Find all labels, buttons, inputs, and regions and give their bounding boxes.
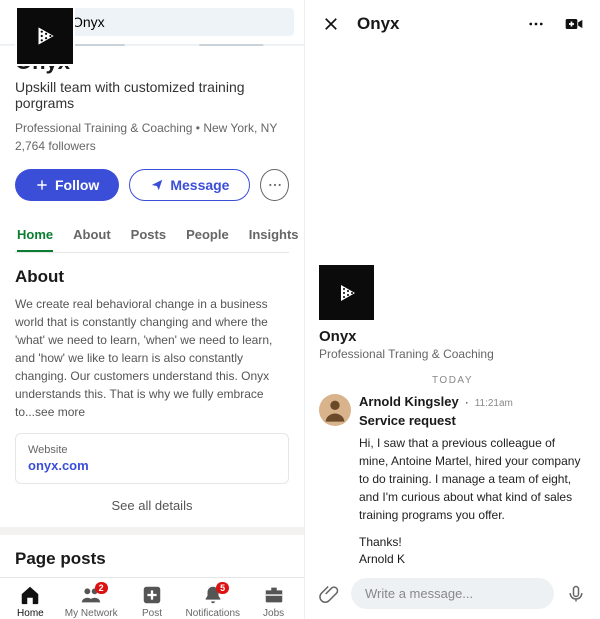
chat-more-button[interactable] bbox=[524, 12, 548, 36]
plus-icon bbox=[35, 178, 49, 192]
about-body: We create real behavioral change in a bu… bbox=[15, 295, 289, 421]
mic-icon bbox=[566, 584, 586, 604]
profile-panel: Onyx Upskill team with customized traini… bbox=[0, 0, 305, 619]
message-author[interactable]: Arnold Kingsley bbox=[359, 394, 459, 409]
send-icon bbox=[150, 178, 164, 192]
tab-bar: Home About Posts People Insights bbox=[15, 219, 289, 253]
chat-company-logo[interactable] bbox=[319, 265, 374, 320]
message-signature: Thanks!Arnold K bbox=[359, 534, 586, 568]
notifications-badge: 5 bbox=[216, 582, 229, 594]
see-all-details[interactable]: See all details bbox=[0, 484, 304, 535]
follow-button[interactable]: Follow bbox=[15, 169, 119, 201]
company-tagline: Upskill team with customized training po… bbox=[15, 79, 289, 111]
message-time: 11:21am bbox=[475, 398, 513, 409]
chat-panel: Onyx Onyx Professional Traning & Coachin… bbox=[305, 0, 600, 619]
briefcase-icon bbox=[263, 584, 285, 606]
close-button[interactable] bbox=[319, 12, 343, 36]
chat-company-name: Onyx bbox=[319, 328, 586, 345]
website-card: Website onyx.com bbox=[15, 433, 289, 484]
website-link[interactable]: onyx.com bbox=[28, 458, 276, 473]
tab-about[interactable]: About bbox=[73, 219, 111, 252]
search-input[interactable] bbox=[72, 14, 286, 30]
see-more-link[interactable]: ...see more bbox=[25, 405, 85, 419]
post-icon bbox=[141, 584, 163, 606]
more-button[interactable] bbox=[260, 169, 289, 201]
video-icon bbox=[564, 14, 584, 34]
tab-insights[interactable]: Insights bbox=[249, 219, 299, 252]
network-badge: 2 bbox=[95, 582, 108, 594]
message-button[interactable]: Message bbox=[129, 169, 250, 201]
nav-post[interactable]: Post bbox=[122, 584, 183, 619]
company-meta: Professional Training & Coaching • New Y… bbox=[15, 119, 289, 155]
paperclip-icon bbox=[319, 584, 339, 604]
chat-title: Onyx bbox=[357, 14, 510, 34]
close-icon bbox=[322, 15, 340, 33]
nav-notifications[interactable]: 5 Notifications bbox=[182, 584, 243, 619]
tab-home[interactable]: Home bbox=[17, 219, 53, 252]
nav-jobs[interactable]: Jobs bbox=[243, 584, 304, 619]
nav-network[interactable]: 2 My Network bbox=[61, 584, 122, 619]
attach-button[interactable] bbox=[317, 582, 341, 606]
compose-input[interactable]: Write a message... bbox=[351, 578, 554, 609]
tab-posts[interactable]: Posts bbox=[131, 219, 166, 252]
date-separator: TODAY bbox=[305, 375, 600, 386]
video-button[interactable] bbox=[562, 12, 586, 36]
message-body: Hi, I saw that a previous colleague of m… bbox=[359, 434, 586, 524]
search-box[interactable] bbox=[42, 8, 294, 36]
about-heading: About bbox=[15, 267, 289, 287]
website-label: Website bbox=[28, 444, 276, 456]
home-icon bbox=[19, 584, 41, 606]
dots-icon bbox=[527, 15, 545, 33]
tab-people[interactable]: People bbox=[186, 219, 229, 252]
message-subject: Service request bbox=[359, 413, 586, 428]
chat-company-meta: Professional Traning & Coaching bbox=[319, 347, 586, 361]
bottom-nav: Home 2 My Network Post 5 Notifications J… bbox=[0, 577, 304, 619]
voice-button[interactable] bbox=[564, 582, 588, 606]
dots-icon bbox=[267, 177, 283, 193]
avatar[interactable] bbox=[319, 394, 351, 426]
nav-home[interactable]: Home bbox=[0, 584, 61, 619]
person-icon bbox=[321, 396, 349, 424]
company-logo[interactable] bbox=[15, 6, 75, 66]
page-posts-heading: Page posts bbox=[0, 535, 304, 577]
message-row: Arnold Kingsley · 11:21am Service reques… bbox=[305, 394, 600, 568]
